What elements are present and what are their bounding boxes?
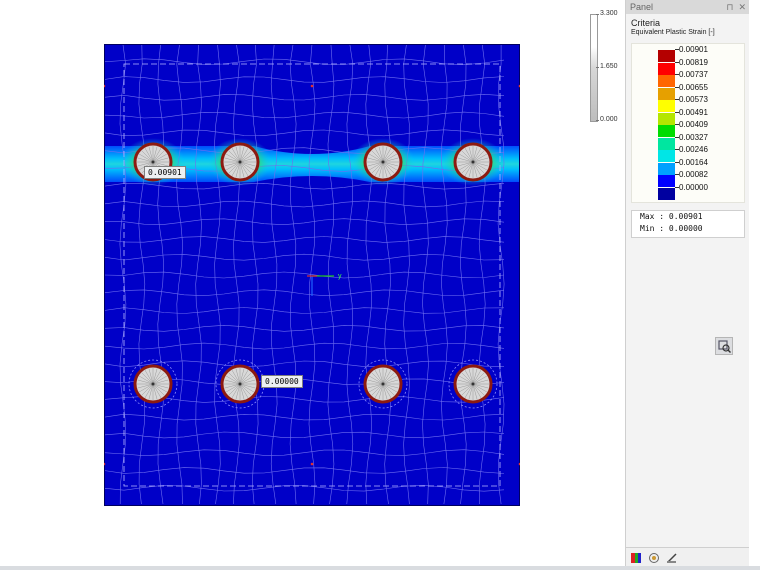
- legend-value: 0.00000: [679, 182, 708, 192]
- legend-value: 0.00491: [679, 107, 708, 117]
- legend-value: 0.00573: [679, 95, 708, 104]
- panel-toolbar: [626, 547, 749, 566]
- visibility-icon[interactable]: [648, 551, 660, 563]
- close-icon[interactable]: ✕: [738, 2, 746, 12]
- bolt-center: [238, 382, 242, 386]
- pin-icon[interactable]: ⊓: [726, 2, 733, 12]
- fe-mesh-plot: y: [104, 44, 520, 506]
- bolt-center: [381, 160, 385, 164]
- legend-value: 0.00737: [679, 70, 708, 79]
- legend-value: 0.00082: [679, 170, 708, 179]
- bolt-result-label: 0.00000: [261, 375, 303, 388]
- legend-swatch: [658, 175, 675, 187]
- legend-swatch: [658, 87, 675, 100]
- scale-min: 0.000: [600, 116, 618, 123]
- panel-title: Panel: [630, 2, 654, 12]
- legend-swatch: [658, 62, 675, 75]
- legend-swatch: [658, 75, 675, 87]
- zoom-settings-icon[interactable]: [715, 337, 733, 355]
- value-scale: 3.300 1.650 0.000: [586, 8, 626, 126]
- bolt-center: [471, 382, 475, 386]
- bolt-center: [238, 160, 242, 164]
- legend-swatch: [658, 50, 675, 62]
- support-node: [310, 84, 314, 88]
- support-node: [310, 462, 314, 466]
- bolt-center: [151, 160, 155, 164]
- results-panel: Panel ⊓ ✕ Criteria Equivalent Plastic Str…: [625, 0, 749, 566]
- max-value: Max : 0.00901: [640, 212, 703, 221]
- scale-mid: 1.650: [600, 63, 618, 70]
- legend-value: 0.00164: [679, 157, 708, 167]
- legend-swatch: [658, 125, 675, 137]
- legend-swatch: [658, 187, 675, 200]
- color-scale-icon[interactable]: [630, 551, 642, 563]
- panel-title-bar: Panel ⊓ ✕: [626, 0, 749, 14]
- graphics-viewport[interactable]: y 0.00901 0.00000 3.300 1.650 0.000: [0, 0, 624, 566]
- legend-value: 0.00246: [679, 145, 708, 154]
- steel-plate-model[interactable]: y 0.00901 0.00000: [104, 44, 520, 506]
- legend-swatch: [658, 100, 675, 112]
- criteria-subtitle: Equivalent Plastic Strain [-]: [631, 29, 715, 36]
- axis-y-label: y: [338, 273, 342, 280]
- legend-value: 0.00901: [679, 45, 708, 54]
- criteria-title: Criteria: [631, 18, 661, 28]
- min-value: Min : 0.00000: [640, 224, 703, 233]
- legend-value: 0.00655: [679, 82, 708, 92]
- legend-swatch: [658, 162, 675, 175]
- legend-value: 0.00819: [679, 57, 708, 67]
- bolt-center: [381, 382, 385, 386]
- bolt-result-label: 0.00901: [144, 166, 186, 179]
- bolt-center: [471, 160, 475, 164]
- horizontal-scrollbar[interactable]: [0, 566, 760, 570]
- legend-value: 0.00327: [679, 132, 708, 142]
- legend-swatch: [658, 150, 675, 162]
- color-legend: 0.00901 0.00819 0.00737 0.00655 0.00573 0.004…: [631, 43, 745, 203]
- legend-swatch: [658, 112, 675, 125]
- legend-value: 0.00409: [679, 120, 708, 129]
- scale-max: 3.300: [600, 10, 618, 17]
- bolt-center: [151, 382, 155, 386]
- legend-swatch: [658, 137, 675, 150]
- scale-bar: [590, 14, 598, 122]
- min-max-box: Max : 0.00901 Min : 0.00000: [631, 210, 745, 238]
- display-settings-icon[interactable]: [666, 551, 678, 563]
- legend-row: 0.00000: [632, 183, 712, 200]
